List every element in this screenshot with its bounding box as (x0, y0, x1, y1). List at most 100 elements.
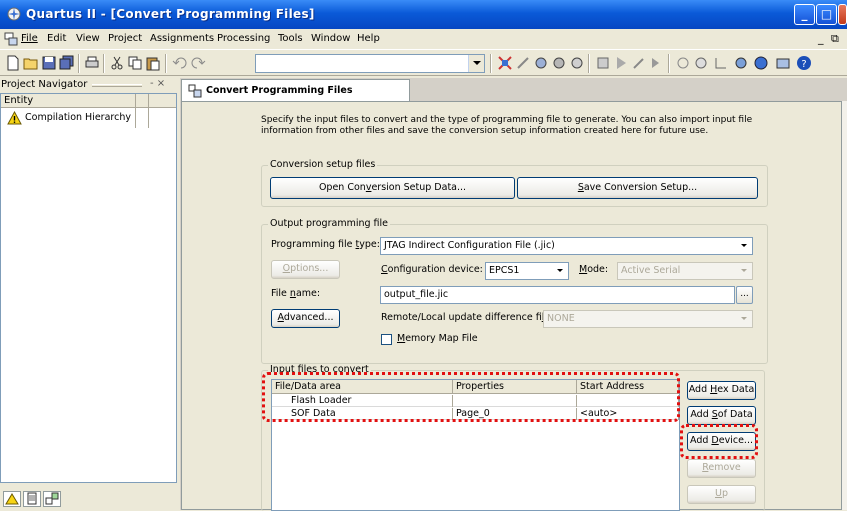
settings-icon[interactable] (533, 55, 549, 71)
chevron-down-icon[interactable] (553, 263, 568, 279)
tree-column-header[interactable]: Entity (1, 94, 176, 108)
paste-icon[interactable] (145, 55, 161, 71)
group-title: Output programming file (268, 218, 391, 229)
stop-icon[interactable] (595, 55, 611, 71)
tab-label: Convert Programming Files (206, 85, 353, 96)
navigator-title: Project Navigator (1, 79, 88, 90)
chevron-down-icon (737, 263, 752, 279)
open-conversion-setup-button[interactable]: Open Conversion Setup Data... (270, 177, 515, 199)
start-analysis-icon[interactable] (631, 55, 647, 71)
memory-map-label[interactable]: Memory Map File (397, 333, 478, 344)
programming-file-type-select[interactable]: JTAG Indirect Configuration File (.jic) (380, 237, 753, 255)
advanced-button[interactable]: Advanced... (271, 309, 340, 328)
menu-processing[interactable]: Processing (217, 33, 270, 44)
intro-text: Specify the input files to convert and t… (261, 115, 753, 136)
add-device-highlight-annotation (680, 424, 758, 459)
column-divider (148, 108, 149, 128)
file-name-label: File name: (271, 288, 321, 299)
cut-icon[interactable] (109, 55, 125, 71)
start-timing-icon[interactable] (649, 55, 665, 71)
new-file-icon[interactable] (5, 55, 21, 71)
memory-map-checkbox[interactable] (381, 334, 392, 345)
toolbar-separator (588, 54, 590, 73)
options-button[interactable]: Options... (271, 260, 340, 279)
remote-local-update-label: Remote/Local update difference file: (381, 312, 553, 323)
chip-planner-icon[interactable] (551, 55, 567, 71)
project-navigator: Project Navigator - × Entity Compilation… (0, 78, 177, 510)
programming-file-type-label: Programming file type: (271, 239, 380, 250)
hierarchy-tab-icon (5, 493, 19, 505)
toolbar-separator (103, 54, 105, 73)
netlist-viewer-icon[interactable] (713, 55, 729, 71)
table-highlight-annotation (262, 372, 680, 422)
configuration-device-select[interactable]: EPCS1 (485, 262, 569, 280)
menu-project[interactable]: Project (108, 33, 142, 44)
navigator-grip[interactable] (92, 84, 142, 87)
file-name-input[interactable]: output_file.jic (380, 286, 735, 304)
programmer-icon[interactable] (733, 55, 749, 71)
copy-icon[interactable] (127, 55, 143, 71)
main-toolbar: ? (0, 49, 847, 76)
assignment-editor-icon[interactable] (497, 55, 513, 71)
hierarchy-tab[interactable] (3, 491, 21, 507)
menu-tools[interactable]: Tools (278, 33, 303, 44)
convert-programming-files-form: Specify the input files to convert and t… (181, 101, 842, 511)
document-system-icon[interactable] (4, 32, 18, 46)
save-all-icon[interactable] (59, 55, 75, 71)
menu-assignments[interactable]: Assignments (150, 33, 214, 44)
vertical-scrollbar[interactable] (842, 101, 847, 510)
top-level-entity-combo[interactable] (255, 54, 485, 73)
warning-icon (7, 111, 22, 125)
open-folder-icon[interactable] (23, 55, 39, 71)
menu-bar: File Edit View Project Assignments Proce… (0, 29, 847, 49)
undo-icon[interactable] (172, 55, 188, 71)
chevron-down-icon (737, 311, 752, 327)
add-hex-data-button[interactable]: Add Hex Data (687, 381, 756, 400)
save-icon[interactable] (41, 55, 57, 71)
menu-edit[interactable]: Edit (47, 33, 66, 44)
close-button[interactable] (838, 4, 847, 25)
timing-analyzer-icon[interactable] (675, 55, 691, 71)
pin-planner-icon[interactable] (515, 55, 531, 71)
entity-column-label: Entity (4, 95, 34, 106)
minimize-button[interactable]: _ (794, 4, 815, 25)
files-tab-icon (27, 492, 37, 505)
navigator-close-icon[interactable]: - × (150, 78, 165, 89)
signaltap-icon[interactable] (753, 55, 769, 71)
chevron-down-icon[interactable] (737, 238, 752, 254)
start-compilation-icon[interactable] (613, 55, 629, 71)
mdi-minimize-button[interactable]: _ (818, 32, 824, 45)
mdi-restore-button[interactable]: ⧉ (831, 32, 839, 46)
files-tab[interactable] (23, 491, 41, 507)
column-divider (135, 108, 136, 128)
tab-convert-programming-files[interactable]: Convert Programming Files (181, 79, 410, 101)
maximize-button[interactable]: □ (816, 4, 837, 25)
browse-file-button[interactable]: ... (736, 286, 753, 304)
up-button[interactable]: Up (687, 485, 756, 504)
design-units-tab-icon (45, 492, 59, 505)
help-icon[interactable]: ? (796, 55, 812, 71)
hierarchy-tree[interactable]: Entity Compilation Hierarchy (0, 93, 177, 483)
mode-select[interactable]: Active Serial (617, 262, 753, 280)
chevron-down-icon[interactable] (468, 55, 484, 72)
quartus-app-icon[interactable] (6, 6, 22, 22)
redo-icon[interactable] (190, 55, 206, 71)
window-titlebar: Quartus II - [Convert Programming Files]… (0, 0, 847, 29)
add-sof-data-button[interactable]: Add Sof Data (687, 406, 756, 425)
remove-button[interactable]: Remove (687, 459, 756, 478)
megawizard-icon[interactable] (775, 55, 791, 71)
menu-window[interactable]: Window (311, 33, 350, 44)
menu-view[interactable]: View (76, 33, 100, 44)
compilation-report-icon[interactable] (693, 55, 709, 71)
mode-label: Mode: (579, 264, 609, 275)
remote-local-update-select[interactable]: NONE (543, 310, 753, 328)
menu-file[interactable]: File (21, 33, 38, 44)
toolbar-separator (78, 54, 80, 73)
design-units-tab[interactable] (43, 491, 61, 507)
design-partition-icon[interactable] (569, 55, 585, 71)
save-conversion-setup-button[interactable]: Save Conversion Setup... (517, 177, 758, 199)
menu-help[interactable]: Help (357, 33, 380, 44)
navigator-tabs (0, 488, 177, 510)
print-icon[interactable] (84, 55, 100, 71)
navigator-header: Project Navigator - × (0, 78, 177, 92)
